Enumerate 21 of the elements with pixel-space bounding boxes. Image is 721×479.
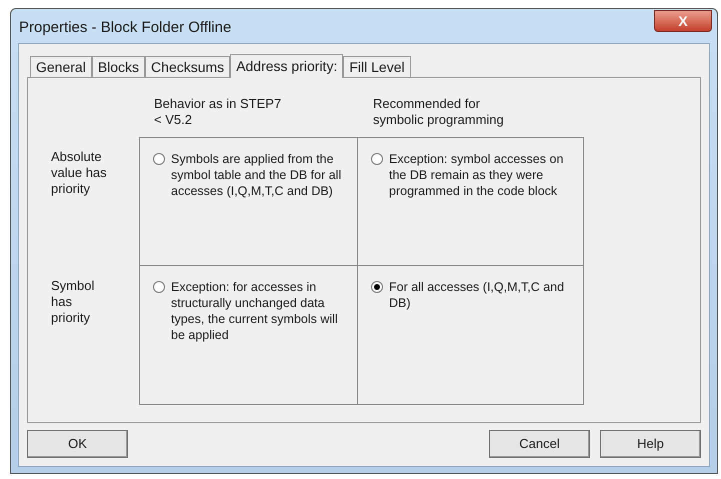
option-label: Exception: for accesses in structurally unchanged data types, the current symbols will be applied [171,279,339,344]
column-header: Recommended for symbolic programming [372,96,505,129]
option-label: Exception: symbol accesses on the DB remain as they were programmed in the code block [389,151,564,200]
ok-button[interactable]: OK [27,430,128,458]
help-button[interactable]: Help [600,430,701,458]
tab[interactable]: Fill Level [343,56,411,77]
radio-button[interactable] [371,153,383,165]
tab[interactable]: General [30,56,92,77]
row-label: Symbol has priority [51,277,96,327]
tab[interactable]: Blocks [92,56,146,77]
radio-button[interactable] [371,281,383,293]
cancel-button[interactable]: Cancel [489,430,590,458]
option-label: For all accesses (I,Q,M,T,C and DB) [389,279,566,312]
tab[interactable]: Address priority: [230,54,344,78]
radio-button[interactable] [153,281,165,293]
radio-button[interactable] [153,153,165,165]
window-title: Properties - Block Folder Offline [18,18,232,38]
option-label: Symbols are applied from the symbol table and the DB for all accesses (I,Q,M,T,C and DB) [171,151,342,200]
row-label: Absolute value has priority [51,148,108,198]
column-header: Behavior as in STEP7 < V5.2 [153,96,282,129]
tab[interactable]: Checksums [145,56,230,77]
